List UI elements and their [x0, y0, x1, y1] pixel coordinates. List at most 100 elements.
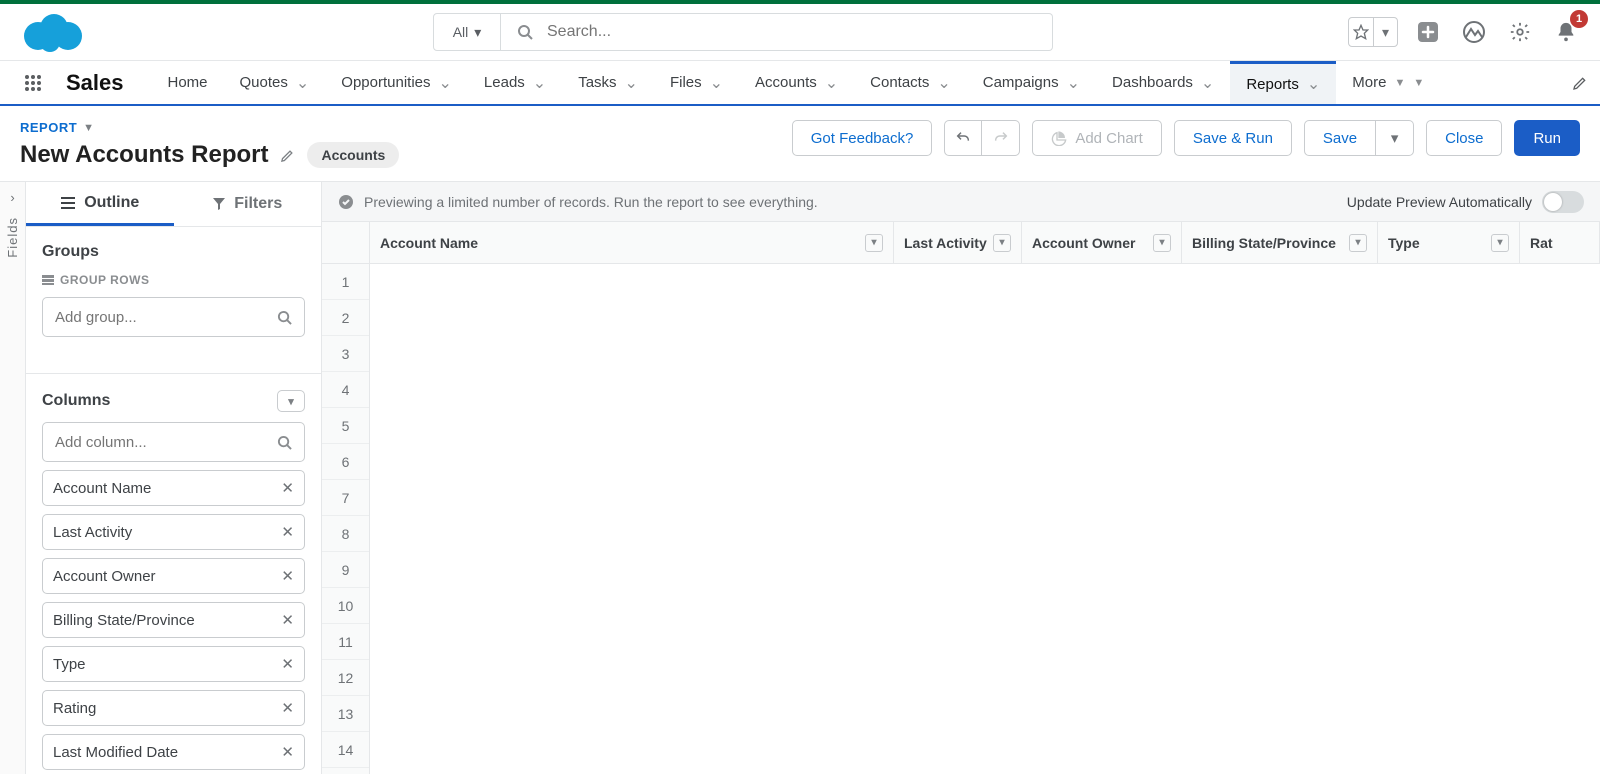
row-number-cell: 5: [322, 408, 369, 444]
chevron-down-icon: ⌄: [1201, 73, 1214, 93]
auto-preview-toggle[interactable]: [1542, 191, 1584, 213]
tab-filters[interactable]: Filters: [174, 182, 322, 226]
table-header: Account Name▾Last Activity▾Account Owner…: [370, 222, 1600, 264]
nav-tab-home[interactable]: Home: [152, 61, 224, 104]
chevron-down-icon: ⌄: [825, 73, 838, 93]
column-header[interactable]: Account Owner ▾: [1022, 222, 1182, 263]
remove-column-icon[interactable]: ✕: [281, 611, 294, 629]
chevron-down-icon: ⌄: [710, 73, 723, 93]
edit-nav-icon[interactable]: [1560, 61, 1600, 104]
nav-tab-campaigns[interactable]: Campaigns⌄: [967, 61, 1096, 104]
column-list: Account Name✕Last Activity✕Account Owner…: [42, 470, 305, 770]
column-header[interactable]: Type▾: [1378, 222, 1520, 263]
column-menu-icon[interactable]: ▾: [1349, 234, 1367, 252]
nav-tab-more[interactable]: More ▼ ▼: [1336, 61, 1440, 104]
column-pill-label: Billing State/Province: [53, 612, 195, 629]
column-pill[interactable]: Account Owner✕: [42, 558, 305, 594]
remove-column-icon[interactable]: ✕: [281, 699, 294, 717]
add-group-lookup[interactable]: [42, 297, 305, 337]
nav-tab-label: Accounts: [755, 74, 817, 91]
remove-column-icon[interactable]: ✕: [281, 479, 294, 497]
search-scope-dropdown[interactable]: All ▾: [433, 13, 501, 51]
column-header-label: Account Owner: [1032, 235, 1135, 251]
global-header: All ▾ ▾ 1: [0, 0, 1600, 60]
column-menu-icon[interactable]: ▾: [1491, 234, 1509, 252]
groups-section: Groups GROUP ROWS: [26, 227, 321, 374]
add-chart-button[interactable]: Add Chart: [1032, 120, 1162, 156]
columns-menu-button[interactable]: ▾: [277, 390, 305, 412]
fields-panel-rail[interactable]: › Fields: [0, 182, 26, 774]
add-column-lookup[interactable]: [42, 422, 305, 462]
notification-badge: 1: [1570, 10, 1588, 28]
chevron-down-icon: ▾: [1391, 129, 1399, 147]
column-menu-icon[interactable]: ▾: [993, 234, 1011, 252]
page-header: REPORT ▼ New Accounts Report Accounts Go…: [0, 106, 1600, 181]
nav-tab-contacts[interactable]: Contacts⌄: [854, 61, 967, 104]
remove-column-icon[interactable]: ✕: [281, 655, 294, 673]
nav-tab-label: More: [1352, 74, 1386, 91]
tab-outline-label: Outline: [84, 194, 139, 212]
object-type-dropdown[interactable]: REPORT ▼: [20, 120, 399, 135]
save-menu-button[interactable]: ▾: [1376, 120, 1414, 156]
column-pill[interactable]: Rating ✕: [42, 690, 305, 726]
chevron-down-icon: ▼: [83, 122, 94, 134]
nav-tab-label: Reports: [1246, 76, 1299, 93]
column-header-label: Last Activity: [904, 235, 987, 251]
run-button[interactable]: Run: [1514, 120, 1580, 156]
nav-tab-reports[interactable]: Reports⌄: [1230, 61, 1336, 104]
report-type-pill[interactable]: Accounts: [307, 142, 399, 168]
nav-tab-quotes[interactable]: Quotes⌄: [224, 61, 326, 104]
chevron-down-icon: ▼: [1394, 77, 1405, 89]
column-pill-label: Last Activity: [53, 524, 132, 541]
remove-column-icon[interactable]: ✕: [281, 567, 294, 585]
add-group-input[interactable]: [55, 309, 277, 326]
column-pill[interactable]: Account Name✕: [42, 470, 305, 506]
preview-bar: Previewing a limited number of records. …: [322, 182, 1600, 222]
column-header[interactable]: Rat: [1520, 222, 1600, 263]
nav-tab-opportunities[interactable]: Opportunities⌄: [325, 61, 468, 104]
column-header[interactable]: Last Activity ▾: [894, 222, 1022, 263]
add-column-input[interactable]: [55, 434, 277, 451]
remove-column-icon[interactable]: ✕: [281, 523, 294, 541]
save-and-run-button[interactable]: Save & Run: [1174, 120, 1292, 156]
trailhead-icon[interactable]: [1458, 16, 1490, 48]
groups-heading: Groups: [42, 243, 305, 261]
column-pill[interactable]: Last Modified Date✕: [42, 734, 305, 770]
setup-gear-icon[interactable]: [1504, 16, 1536, 48]
nav-tab-dashboards[interactable]: Dashboards⌄: [1096, 61, 1230, 104]
nav-tab-leads[interactable]: Leads⌄: [468, 61, 562, 104]
edit-title-button[interactable]: [280, 148, 295, 163]
notifications-button[interactable]: 1: [1550, 16, 1582, 48]
app-launcher-icon[interactable]: [18, 61, 48, 104]
column-pill-label: Rating: [53, 700, 96, 717]
undo-button[interactable]: [944, 120, 982, 156]
column-header[interactable]: Billing State/Province ▾: [1182, 222, 1378, 263]
nav-tab-tasks[interactable]: Tasks⌄: [562, 61, 654, 104]
column-header-label: Rat: [1530, 235, 1553, 251]
column-pill[interactable]: Last Activity ✕: [42, 514, 305, 550]
preview-area: Previewing a limited number of records. …: [322, 182, 1600, 774]
nav-tab-files[interactable]: Files⌄: [654, 61, 739, 104]
tab-outline[interactable]: Outline: [26, 182, 174, 226]
column-header[interactable]: Account Name▾: [370, 222, 894, 263]
global-add-button[interactable]: [1412, 16, 1444, 48]
search-box[interactable]: [501, 13, 1053, 51]
search-scope-label: All: [453, 24, 469, 40]
column-pill[interactable]: Billing State/Province ✕: [42, 602, 305, 638]
column-header-label: Billing State/Province: [1192, 235, 1336, 251]
remove-column-icon[interactable]: ✕: [281, 743, 294, 761]
column-menu-icon[interactable]: ▾: [865, 234, 883, 252]
close-button[interactable]: Close: [1426, 120, 1502, 156]
redo-button[interactable]: [982, 120, 1020, 156]
nav-tab-accounts[interactable]: Accounts ⌄: [739, 61, 854, 104]
column-pill[interactable]: Type✕: [42, 646, 305, 682]
chevron-down-icon: ⌄: [1067, 73, 1080, 93]
preview-message: Previewing a limited number of records. …: [364, 194, 818, 210]
favorites-menu[interactable]: ▾: [1348, 17, 1398, 47]
nav-tab-label: Home: [168, 74, 208, 91]
search-input[interactable]: [547, 23, 1036, 41]
feedback-button[interactable]: Got Feedback?: [792, 120, 933, 156]
save-button[interactable]: Save: [1304, 120, 1376, 156]
column-menu-icon[interactable]: ▾: [1153, 234, 1171, 252]
chevron-down-icon: ▼: [1413, 77, 1424, 89]
